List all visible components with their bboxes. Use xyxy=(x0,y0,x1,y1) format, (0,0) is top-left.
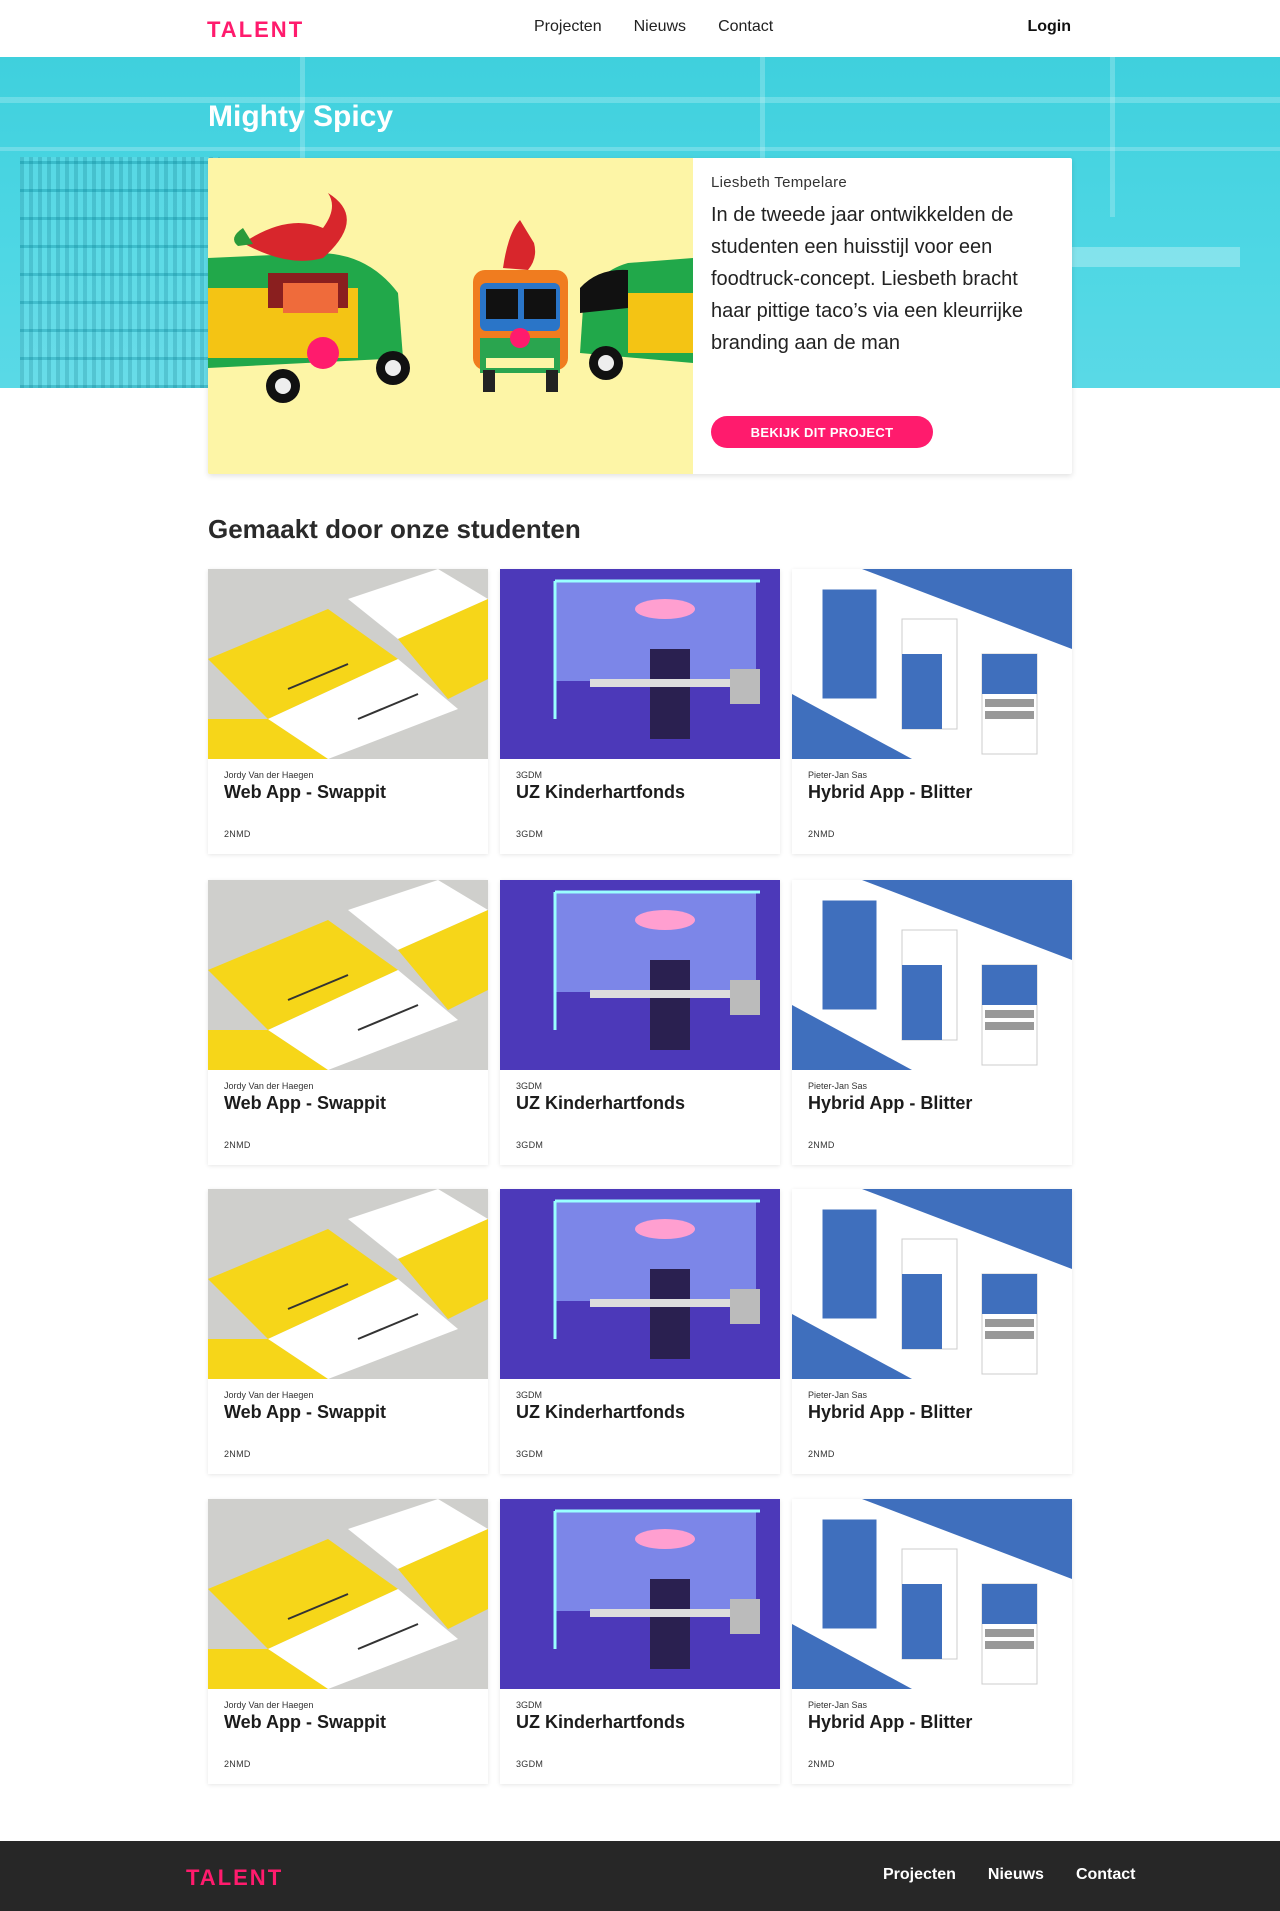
project-tag: 2NMD xyxy=(808,1759,835,1769)
project-thumbnail xyxy=(500,1189,780,1379)
project-author: Jordy Van der Haegen xyxy=(224,770,314,780)
hero-title: Mighty Spicy xyxy=(208,100,394,133)
project-thumbnail xyxy=(208,1189,488,1379)
featured-project-author: Liesbeth Tempelare xyxy=(711,174,848,191)
project-author: 3GDM xyxy=(516,770,543,780)
project-tag: 3GDM xyxy=(516,1140,544,1150)
footer-link-nieuws[interactable]: Nieuws xyxy=(988,1866,1044,1884)
project-thumbnail xyxy=(792,1189,1072,1379)
project-title: UZ Kinderhartfonds xyxy=(516,1402,685,1422)
project-author: 3GDM xyxy=(516,1390,543,1400)
featured-project-image xyxy=(208,158,693,474)
project-card[interactable]: Jordy Van der Haegen Web App - Swappit 2… xyxy=(208,880,488,1165)
project-thumbnail xyxy=(500,569,780,759)
project-title: Hybrid App - Blitter xyxy=(808,1712,973,1732)
nav-link-nieuws[interactable]: Nieuws xyxy=(634,18,686,36)
project-tag: 3GDM xyxy=(516,1449,544,1459)
footer-nav: Projecten Nieuws Contact xyxy=(883,1866,1136,1884)
project-thumbnail xyxy=(208,569,488,759)
project-thumbnail xyxy=(500,1499,780,1689)
project-author: Jordy Van der Haegen xyxy=(224,1700,314,1710)
section-title: Gemaakt door onze studenten xyxy=(208,514,581,544)
project-author: Jordy Van der Haegen xyxy=(224,1390,314,1400)
footer: TALENT Projecten Nieuws Contact xyxy=(0,1841,1280,1911)
project-author: Pieter-Jan Sas xyxy=(808,1390,868,1400)
project-tag: 3GDM xyxy=(516,829,544,839)
project-title: UZ Kinderhartfonds xyxy=(516,1712,685,1732)
footer-link-projecten[interactable]: Projecten xyxy=(883,1866,956,1884)
project-title: UZ Kinderhartfonds xyxy=(516,782,685,802)
project-card[interactable]: 3GDM UZ Kinderhartfonds 3GDM xyxy=(500,569,780,854)
project-thumbnail xyxy=(208,1499,488,1689)
project-card[interactable]: Jordy Van der Haegen Web App - Swappit 2… xyxy=(208,1189,488,1474)
navbar: TALENT Projecten Nieuws Contact Login xyxy=(0,0,1280,57)
project-thumbnail xyxy=(500,880,780,1070)
project-card[interactable]: 3GDM UZ Kinderhartfonds 3GDM xyxy=(500,1499,780,1784)
project-tag: 3GDM xyxy=(516,1759,544,1769)
view-project-button[interactable]: BEKIJK DIT PROJECT xyxy=(711,416,933,448)
login-link[interactable]: Login xyxy=(1027,18,1071,36)
project-card[interactable]: 3GDM UZ Kinderhartfonds 3GDM xyxy=(500,1189,780,1474)
logo[interactable]: TALENT xyxy=(207,17,304,43)
main-nav: Projecten Nieuws Contact xyxy=(534,18,773,36)
project-thumbnail xyxy=(792,569,1072,759)
project-tag: 2NMD xyxy=(808,1140,835,1150)
project-title: Web App - Swappit xyxy=(224,1402,386,1422)
featured-project-text: Liesbeth Tempelare In de tweede jaar ont… xyxy=(711,174,1051,359)
project-thumbnail xyxy=(792,1499,1072,1689)
project-tag: 2NMD xyxy=(224,1759,251,1769)
project-card[interactable]: Jordy Van der Haegen Web App - Swappit 2… xyxy=(208,569,488,854)
project-tag: 2NMD xyxy=(224,1449,251,1459)
footer-link-contact[interactable]: Contact xyxy=(1076,1866,1136,1884)
project-title: UZ Kinderhartfonds xyxy=(516,1093,685,1113)
project-thumbnail xyxy=(208,880,488,1070)
project-title: Web App - Swappit xyxy=(224,1093,386,1113)
project-author: Pieter-Jan Sas xyxy=(808,1081,868,1091)
project-title: Web App - Swappit xyxy=(224,1712,386,1732)
project-tag: 2NMD xyxy=(224,829,251,839)
nav-link-contact[interactable]: Contact xyxy=(718,18,773,36)
project-author: 3GDM xyxy=(516,1081,543,1091)
project-title: Hybrid App - Blitter xyxy=(808,1402,973,1422)
project-card[interactable]: Pieter-Jan Sas Hybrid App - Blitter 2NMD xyxy=(792,880,1072,1165)
footer-logo[interactable]: TALENT xyxy=(186,1865,283,1891)
project-card[interactable]: Pieter-Jan Sas Hybrid App - Blitter 2NMD xyxy=(792,1189,1072,1474)
project-card[interactable]: Pieter-Jan Sas Hybrid App - Blitter 2NMD xyxy=(792,1499,1072,1784)
featured-project-card: Liesbeth Tempelare In de tweede jaar ont… xyxy=(208,158,1072,474)
project-thumbnail xyxy=(792,880,1072,1070)
project-author: Pieter-Jan Sas xyxy=(808,770,868,780)
project-author: Jordy Van der Haegen xyxy=(224,1081,314,1091)
project-author: Pieter-Jan Sas xyxy=(808,1700,868,1710)
project-tag: 2NMD xyxy=(224,1140,251,1150)
nav-link-projecten[interactable]: Projecten xyxy=(534,18,602,36)
project-tag: 2NMD xyxy=(808,1449,835,1459)
project-title: Web App - Swappit xyxy=(224,782,386,802)
project-card[interactable]: 3GDM UZ Kinderhartfonds 3GDM xyxy=(500,880,780,1165)
project-tag: 2NMD xyxy=(808,829,835,839)
project-author: 3GDM xyxy=(516,1700,543,1710)
project-title: Hybrid App - Blitter xyxy=(808,782,973,802)
project-card[interactable]: Jordy Van der Haegen Web App - Swappit 2… xyxy=(208,1499,488,1784)
featured-project-description: In de tweede jaar ontwikkelden de studen… xyxy=(711,204,1024,354)
project-card[interactable]: Pieter-Jan Sas Hybrid App - Blitter 2NMD xyxy=(792,569,1072,854)
project-title: Hybrid App - Blitter xyxy=(808,1093,973,1113)
